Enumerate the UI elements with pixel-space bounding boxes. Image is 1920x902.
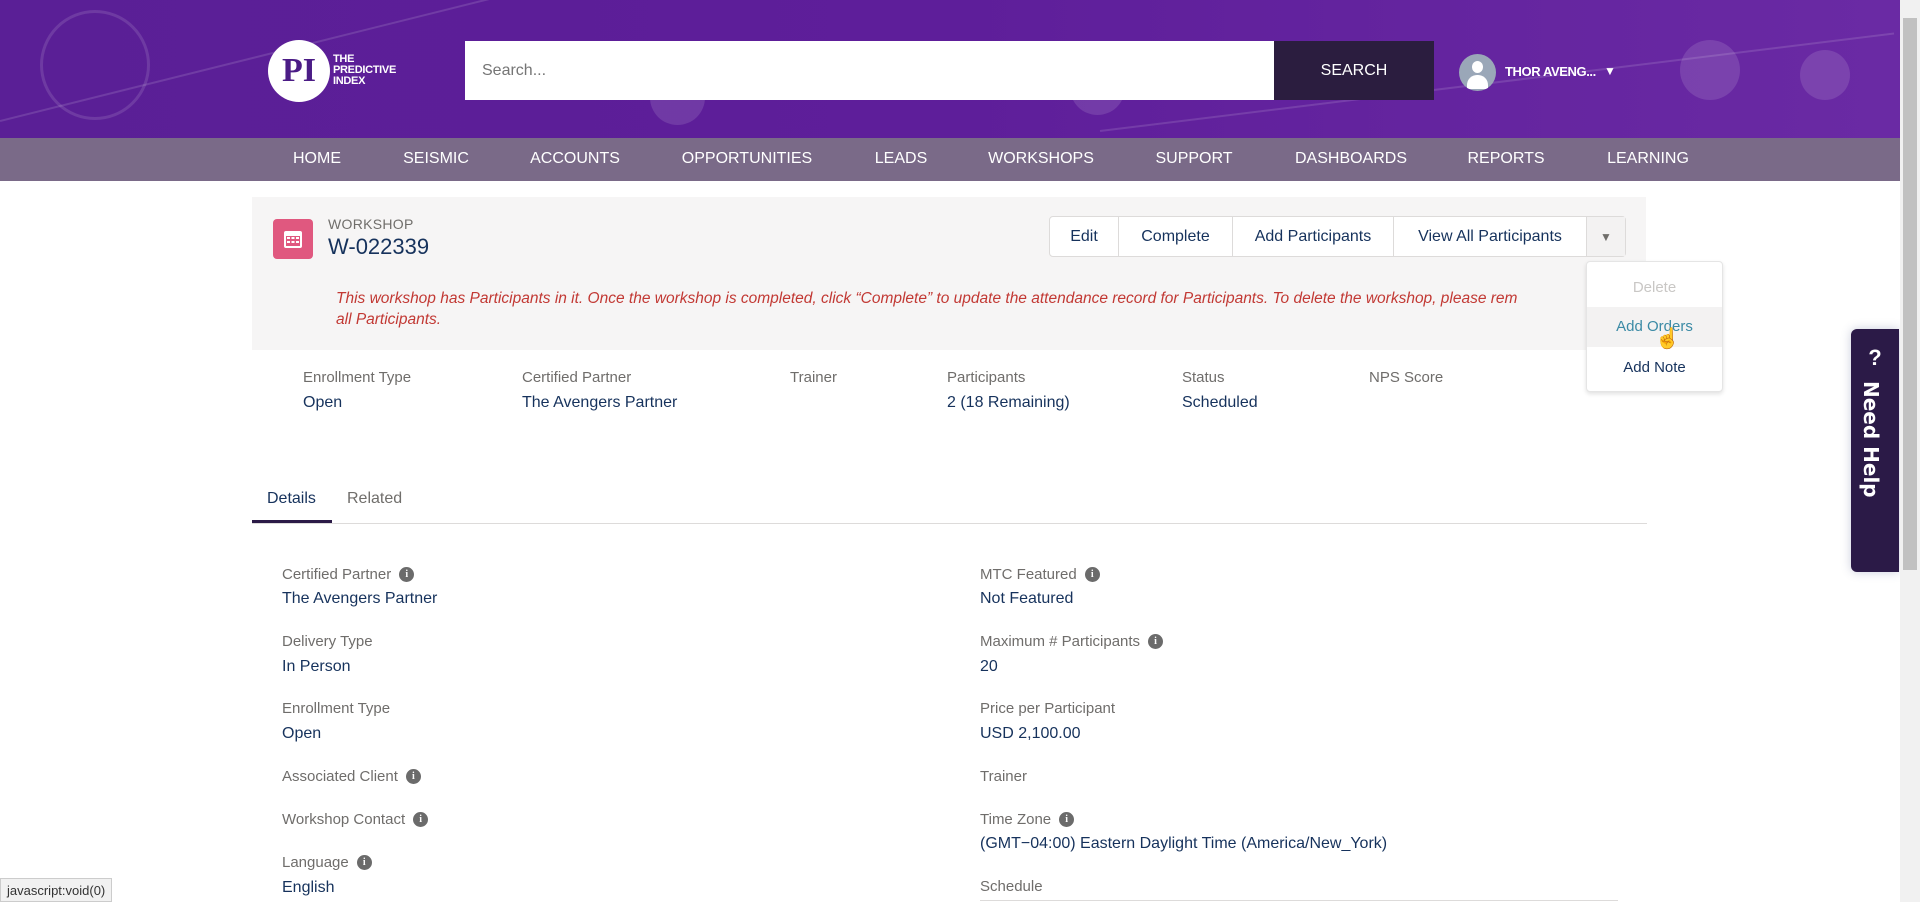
page-title: W-022339 — [328, 234, 430, 259]
search-button[interactable]: SEARCH — [1274, 41, 1434, 100]
menu-item-delete[interactable]: Delete — [1587, 279, 1722, 296]
info-icon[interactable]: i — [1059, 812, 1075, 827]
active-tab-indicator — [252, 520, 332, 523]
menu-item-add-note[interactable]: Add Note — [1587, 359, 1722, 376]
nav-learning[interactable]: LEARNING — [1607, 150, 1689, 168]
scrollbar-thumb[interactable] — [1903, 18, 1917, 570]
action-buttons: Edit Complete Add Participants View All … — [1049, 216, 1626, 257]
info-icon[interactable]: i — [405, 769, 421, 784]
highlight-enrollment-type: Enrollment Type Open — [303, 369, 412, 411]
search-input[interactable] — [465, 41, 1274, 100]
field-value: 20 — [980, 658, 998, 675]
field-label: Delivery Type — [282, 633, 373, 650]
tab-related[interactable]: Related — [347, 490, 402, 508]
info-icon[interactable]: i — [413, 812, 429, 827]
main-nav: HOME SEISMIC ACCOUNTS OPPORTUNITIES LEAD… — [0, 138, 1900, 181]
field-label: Language i — [282, 854, 372, 871]
more-actions-dropdown[interactable]: ▼ — [1587, 217, 1625, 256]
info-icon[interactable]: i — [1148, 634, 1164, 649]
logo[interactable]: PI — [268, 40, 330, 102]
info-icon[interactable]: i — [399, 567, 415, 582]
question-icon: ? — [1868, 345, 1882, 370]
add-participants-button[interactable]: Add Participants — [1233, 217, 1394, 256]
field-label: Time Zone i — [980, 811, 1075, 828]
field-value: The Avengers Partner — [282, 590, 438, 607]
field-label: Workshop Contact i — [282, 811, 429, 828]
field-value: English — [282, 879, 335, 896]
avatar[interactable] — [1459, 54, 1496, 91]
divider — [980, 900, 1618, 901]
field-value: USD 2,100.00 — [980, 725, 1081, 742]
highlight-status: Status Scheduled — [1182, 369, 1258, 411]
info-icon[interactable]: i — [1084, 567, 1100, 582]
nav-workshops[interactable]: WORKSHOPS — [988, 150, 1094, 168]
need-help-label: Need Help — [1859, 381, 1883, 498]
field-label: Trainer — [980, 768, 1027, 785]
logo-mark: PI — [282, 52, 316, 89]
need-help-button[interactable]: ? Need Help — [1851, 329, 1899, 572]
tab-bar: Details Related — [252, 480, 1647, 524]
molecule-decoration — [1800, 50, 1850, 100]
nav-accounts[interactable]: ACCOUNTS — [530, 150, 620, 168]
logo-text: THE PREDICTIVE INDEX — [333, 53, 397, 87]
nav-leads[interactable]: LEADS — [875, 150, 927, 168]
warning-message: This workshop has Participants in it. On… — [336, 290, 1518, 307]
nav-reports[interactable]: REPORTS — [1467, 150, 1544, 168]
hand-cursor-icon: ☝ — [1655, 328, 1680, 350]
field-label: Certified Partner i — [282, 566, 415, 583]
field-label: Schedule — [980, 878, 1043, 895]
view-all-participants-button[interactable]: View All Participants — [1394, 217, 1587, 256]
caret-down-icon[interactable]: ▼ — [1604, 64, 1616, 78]
field-label: MTC Featured i — [980, 566, 1100, 583]
warning-message-cont: all Participants. — [336, 311, 442, 328]
field-label: Associated Client i — [282, 768, 421, 785]
complete-button[interactable]: Complete — [1119, 217, 1233, 256]
highlight-certified-partner: Certified Partner The Avengers Partner — [522, 369, 678, 411]
status-bar: javascript:void(0) — [0, 878, 113, 902]
nav-seismic[interactable]: SEISMIC — [403, 150, 469, 168]
calendar-icon — [273, 219, 313, 259]
nav-opportunities[interactable]: OPPORTUNITIES — [682, 150, 812, 168]
atom-decoration — [40, 10, 150, 120]
molecule-decoration — [1680, 40, 1740, 100]
nav-dashboards[interactable]: DASHBOARDS — [1295, 150, 1407, 168]
highlight-nps-score: NPS Score — [1369, 369, 1444, 386]
field-label: Enrollment Type — [282, 700, 391, 717]
info-icon[interactable]: i — [356, 855, 372, 870]
nav-support[interactable]: SUPPORT — [1155, 150, 1232, 168]
field-value: (GMT−04:00) Eastern Daylight Time (Ameri… — [980, 835, 1388, 852]
highlight-trainer: Trainer — [790, 369, 837, 386]
highlight-participants: Participants 2 (18 Remaining) — [947, 369, 1070, 411]
user-name[interactable]: THOR AVENG... — [1505, 64, 1596, 79]
tab-details[interactable]: Details — [267, 490, 316, 508]
field-label: Maximum # Participants i — [980, 633, 1164, 650]
edit-button[interactable]: Edit — [1050, 217, 1119, 256]
field-value: Not Featured — [980, 590, 1074, 607]
record-type: WORKSHOP — [328, 216, 414, 232]
nav-home[interactable]: HOME — [293, 150, 341, 168]
field-label: Price per Participant — [980, 700, 1116, 717]
field-value: Open — [282, 725, 322, 742]
field-value: In Person — [282, 658, 351, 675]
